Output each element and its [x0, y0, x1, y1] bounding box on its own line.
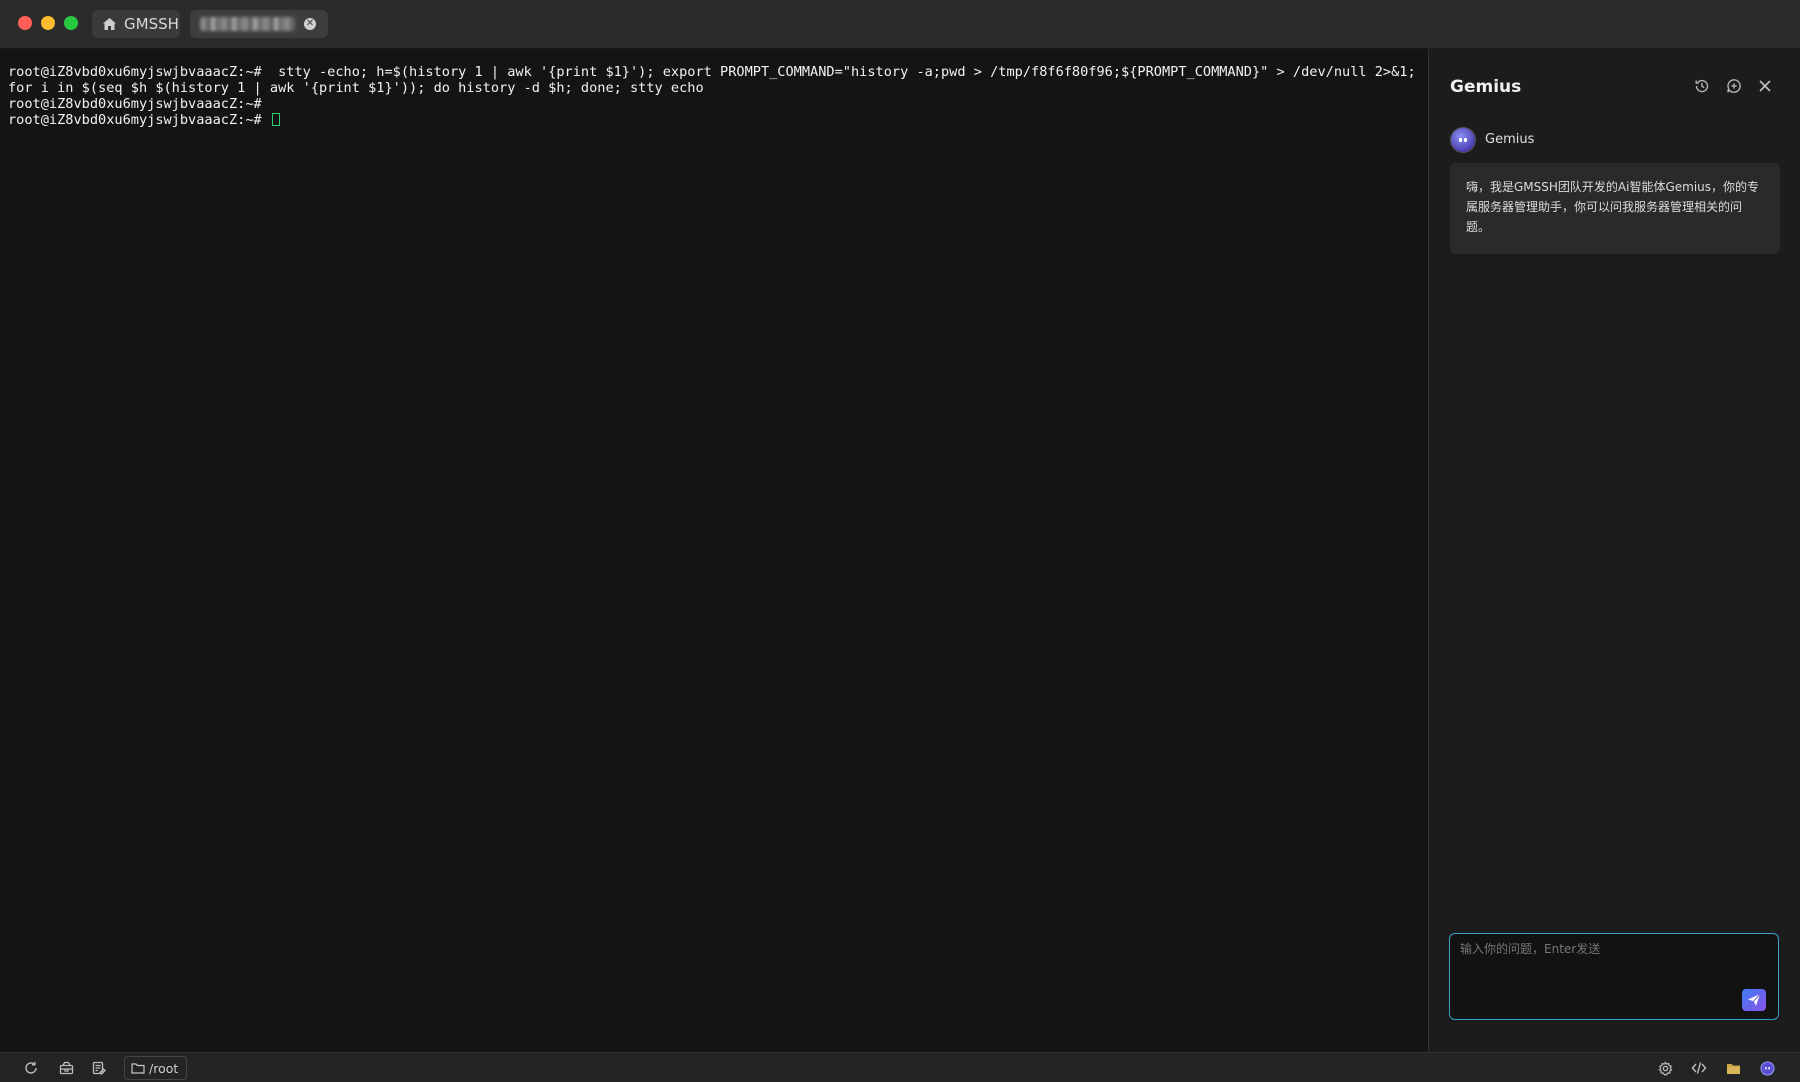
assistant-panel: Gemius Gemius 嗨，我是GMSSH团队开发的Ai智能体Gemius，… [1428, 49, 1800, 1052]
history-icon[interactable] [1692, 76, 1712, 96]
terminal[interactable]: root@iZ8vbd0xu6myjswjbvaaacZ:~# stty -ec… [0, 49, 1428, 1052]
bot-name: Gemius [1485, 132, 1535, 147]
terminal-line: root@iZ8vbd0xu6myjswjbvaaacZ:~# [8, 96, 262, 112]
bot-eye [1464, 138, 1467, 142]
bot-avatar [1451, 128, 1475, 152]
gemius-icon[interactable] [1758, 1059, 1776, 1077]
folder-icon[interactable] [1724, 1059, 1742, 1077]
terminal-output: root@iZ8vbd0xu6myjswjbvaaacZ:~# stty -ec… [8, 64, 1423, 128]
new-chat-icon[interactable] [1724, 76, 1744, 96]
window-close-button[interactable] [18, 16, 32, 30]
close-icon[interactable] [1755, 76, 1775, 96]
assistant-title: Gemius [1450, 77, 1522, 97]
package-icon[interactable] [57, 1059, 75, 1077]
status-bar: /root [0, 1052, 1800, 1082]
current-path-button[interactable]: /root [124, 1056, 188, 1080]
window-maximize-button[interactable] [64, 16, 78, 30]
home-icon [103, 18, 116, 30]
bot-greeting-message: 嗨，我是GMSSH团队开发的Ai智能体Gemius，你的专属服务器管理助手，你可… [1450, 163, 1780, 254]
terminal-cursor [271, 113, 280, 126]
terminal-prompt-line: root@iZ8vbd0xu6myjswjbvaaacZ:~# [8, 112, 1423, 128]
terminal-line: root@iZ8vbd0xu6myjswjbvaaacZ:~# stty -ec… [8, 64, 1424, 96]
send-icon [1748, 993, 1761, 1006]
tab-gmssh-home[interactable]: GMSSH [92, 10, 180, 38]
terminal-prompt: root@iZ8vbd0xu6myjswjbvaaacZ:~# [8, 112, 270, 128]
settings-icon[interactable] [1656, 1059, 1674, 1077]
refresh-icon[interactable] [22, 1059, 40, 1077]
title-bar: GMSSH ✕ [0, 0, 1800, 49]
window-minimize-button[interactable] [41, 16, 55, 30]
tab-label: GMSSH [124, 15, 179, 33]
send-button[interactable] [1742, 989, 1766, 1011]
code-icon[interactable] [1690, 1059, 1708, 1077]
close-circle-icon[interactable]: ✕ [304, 18, 316, 30]
current-path: /root [149, 1060, 179, 1076]
chat-input-box[interactable] [1449, 933, 1779, 1020]
tab-server-session[interactable]: ✕ [190, 10, 328, 38]
bot-eye [1459, 138, 1462, 142]
tab-label-redacted [200, 17, 295, 31]
chat-input[interactable] [1450, 934, 1778, 1019]
notes-icon[interactable] [90, 1059, 108, 1077]
folder-outline-icon [131, 1063, 145, 1074]
